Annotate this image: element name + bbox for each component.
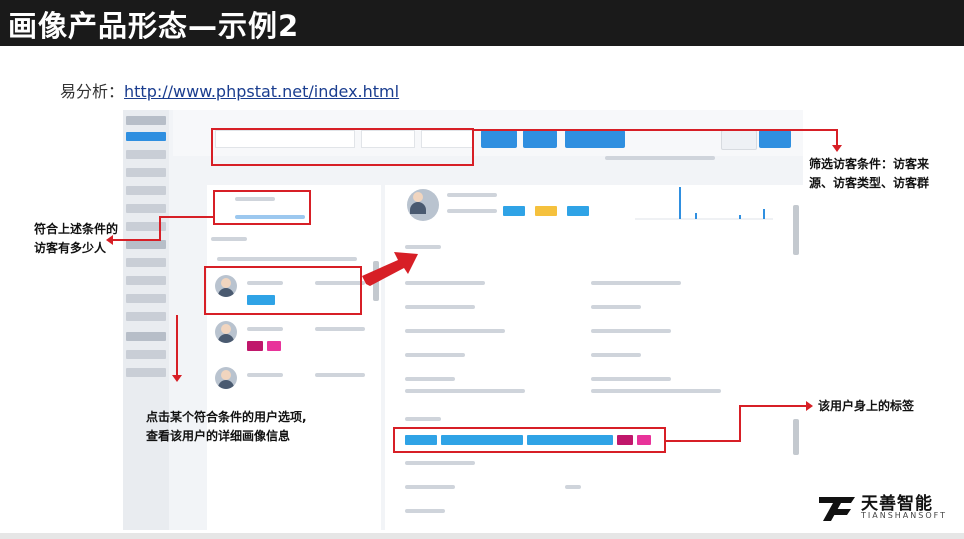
filter-button[interactable] [481,130,517,148]
annotation-line: 源、访客类型、访客群 [809,176,930,190]
arrow-head-icon [832,145,842,152]
sidebar-item[interactable] [126,294,166,303]
arrow-head-icon [806,401,813,411]
tags-connector-line [739,405,807,407]
visitor-detail-panel [385,185,803,530]
list-item-time [315,327,365,331]
avatar [407,189,439,221]
annotation-filter: 筛选访客条件：访客来 源、访客类型、访客群 [809,155,929,193]
annotation-line: 筛选访客条件：访客来 [809,157,930,171]
list-header [211,237,247,241]
tags-connector-line [666,440,740,442]
annotation-line: 查看该用户的详细画像信息 [146,429,291,443]
list-item-text [247,327,283,331]
attr-row [405,485,455,489]
source-label: 易分析： [60,82,125,101]
sidebar-item[interactable] [126,350,166,359]
user-item-connector-line [176,315,178,375]
attr-row [591,281,681,285]
attr-row [591,389,721,393]
attr-row [565,485,581,489]
sidebar-item-active[interactable] [126,132,166,141]
detail-name [447,193,497,197]
logo-mark-icon [819,497,855,521]
filter-connector-line [474,129,837,131]
big-red-arrow-icon [362,252,418,286]
sidebar-item[interactable] [126,150,166,159]
arrow-head-icon [172,375,182,382]
source-line: 易分析：http://www.phpstat.net/index.html [60,78,399,102]
company-logo: 天善智能 TIANSHANSOFT [817,489,947,525]
avatar [215,367,237,389]
filter-highlight-box [211,128,474,166]
sidebar-item[interactable] [126,276,166,285]
user-tag [267,341,281,351]
sidebar-item[interactable] [126,204,166,213]
user-tag [567,206,589,216]
count-connector-line [159,216,161,240]
slide-bottom-bar [0,533,964,539]
attr-row [405,377,455,381]
toolbar-button[interactable] [721,130,757,150]
user-item-highlight-box [204,266,362,315]
user-tag [535,206,557,216]
attr-row [591,329,671,333]
user-tag [503,206,525,216]
attr-row [405,509,445,513]
count-connector-line [160,216,213,218]
annotation-select-user: 点击某个符合条件的用户选项, 查看该用户的详细画像信息 [146,408,307,446]
app-screenshot [123,110,803,530]
logo-name-en: TIANSHANSOFT [861,511,947,520]
avatar [215,321,237,343]
annotation-line: 访客有多少人 [34,241,107,255]
sidebar-item[interactable] [126,186,166,195]
slide-title-bar: 画像产品形态—示例2 [0,0,964,46]
toolbar-button[interactable] [759,130,791,148]
annotation-tags: 该用户身上的标签 [818,399,915,413]
detail-scrollbar[interactable] [793,419,799,455]
attr-row [405,353,465,357]
detail-scrollbar[interactable] [793,205,799,255]
visitor-list-panel [207,185,381,530]
detail-subtitle [447,209,497,213]
attr-row [591,353,641,357]
date-range [605,156,715,160]
sidebar-item[interactable] [126,368,166,377]
attr-row [591,377,671,381]
filter-button[interactable] [523,130,557,148]
list-filter-text [217,257,357,261]
attr-row [591,305,641,309]
section-title [405,417,441,421]
visit-trend-sparkline [635,187,773,220]
sidebar-item[interactable] [126,240,166,249]
tags-connector-line [739,405,741,442]
annotation-count: 符合上述条件的 访客有多少人 [34,220,118,258]
sidebar-item[interactable] [126,116,166,125]
attr-row [405,305,475,309]
count-highlight-box [213,190,311,225]
attr-row [405,389,525,393]
user-tag [247,341,263,351]
source-link[interactable]: http://www.phpstat.net/index.html [124,82,399,101]
sidebar-item[interactable] [126,332,166,341]
app-sidebar [123,110,169,530]
annotation-line: 符合上述条件的 [34,222,119,236]
sidebar-item[interactable] [126,258,166,267]
list-item-text [247,373,283,377]
filter-button[interactable] [565,130,625,148]
list-item-time [315,373,365,377]
annotation-line: 点击某个符合条件的用户选项, [146,410,307,424]
tags-highlight-box [393,427,666,453]
count-connector-line [113,239,161,241]
attr-row [405,329,505,333]
sidebar-item[interactable] [126,168,166,177]
slide-title: 画像产品形态—示例2 [8,9,300,43]
section-title [405,461,475,465]
sidebar-item[interactable] [126,312,166,321]
